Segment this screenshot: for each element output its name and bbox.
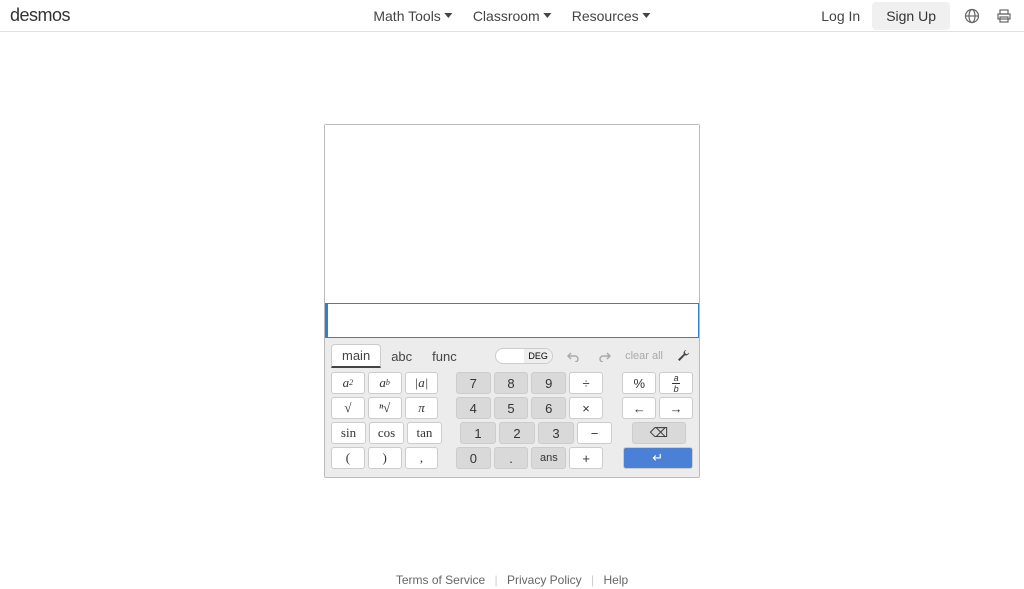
key-6[interactable]: 6 [531,397,566,419]
footer: Terms of Service | Privacy Policy | Help [0,573,1024,587]
key-square[interactable]: a2 [331,372,365,394]
tab-abc[interactable]: abc [381,346,422,367]
key-power[interactable]: ab [368,372,402,394]
calculator-container: main abc func DEG clear all [0,32,1024,478]
keyboard: main abc func DEG clear all [325,338,699,477]
key-dot[interactable]: . [494,447,529,469]
key-ans[interactable]: ans [531,447,566,469]
key-2[interactable]: 2 [499,422,535,444]
print-icon[interactable] [994,6,1014,26]
clear-all-button[interactable]: clear all [625,350,663,362]
key-lparen[interactable]: ( [331,447,365,469]
tab-func[interactable]: func [422,346,467,367]
key-sin[interactable]: sin [331,422,366,444]
key-sqrt[interactable]: √ [331,397,365,419]
key-cos[interactable]: cos [369,422,404,444]
footer-privacy[interactable]: Privacy Policy [507,573,582,587]
key-comma[interactable]: , [405,447,439,469]
mode-deg[interactable]: DEG [524,349,552,363]
nav-resources-label: Resources [572,8,639,24]
key-abs[interactable]: |a| [405,372,439,394]
key-9[interactable]: 9 [531,372,566,394]
logo[interactable]: desmos [10,5,70,26]
key-subtract[interactable]: − [577,422,612,444]
nav-math-tools[interactable]: Math Tools [373,8,452,24]
login-link[interactable]: Log In [821,8,860,24]
key-pi[interactable]: π [405,397,439,419]
redo-button[interactable] [593,347,617,365]
settings-icon[interactable] [673,347,693,365]
key-left[interactable]: ← [622,397,656,419]
header-bar: desmos Math Tools Classroom Resources Lo… [0,0,1024,32]
key-enter[interactable]: ↵ [623,447,693,469]
key-power-base: a [379,375,386,391]
nav-classroom[interactable]: Classroom [473,8,552,24]
key-tan[interactable]: tan [407,422,442,444]
nav-resources[interactable]: Resources [572,8,651,24]
header-left: desmos [10,5,70,26]
key-0[interactable]: 0 [456,447,491,469]
language-icon[interactable] [962,6,982,26]
expression-input[interactable] [325,303,699,338]
key-5[interactable]: 5 [494,397,529,419]
tabs-row: main abc func DEG clear all [331,344,693,368]
footer-sep: | [495,573,498,587]
nav-math-tools-label: Math Tools [373,8,440,24]
key-rparen[interactable]: ) [368,447,402,469]
key-nroot[interactable]: ⁿ√ [368,397,402,419]
angle-mode-toggle[interactable]: DEG [495,348,553,364]
key-7[interactable]: 7 [456,372,491,394]
main-nav: Math Tools Classroom Resources [373,8,650,24]
key-3[interactable]: 3 [538,422,574,444]
chevron-down-icon [643,13,651,18]
nav-classroom-label: Classroom [473,8,540,24]
undo-button[interactable] [561,347,585,365]
footer-terms[interactable]: Terms of Service [396,573,485,587]
fraction-icon: a b [672,374,680,393]
key-8[interactable]: 8 [494,372,529,394]
footer-help[interactable]: Help [603,573,628,587]
calculator: main abc func DEG clear all [324,124,700,478]
key-add[interactable]: + [569,447,603,469]
footer-sep: | [591,573,594,587]
key-backspace[interactable]: ⌫ [632,422,686,444]
tab-main[interactable]: main [331,344,381,368]
key-multiply[interactable]: × [569,397,603,419]
frac-den: b [674,385,679,393]
key-divide[interactable]: ÷ [569,372,603,394]
chevron-down-icon [544,13,552,18]
key-4[interactable]: 4 [456,397,491,419]
key-right[interactable]: → [659,397,693,419]
display-area [325,125,699,303]
key-fraction[interactable]: a b [659,372,693,394]
frac-num: a [674,374,679,382]
key-grid: a2 ab |a| 7 8 9 ÷ % a b [331,372,693,469]
signup-button[interactable]: Sign Up [872,2,950,30]
key-1[interactable]: 1 [460,422,496,444]
key-percent[interactable]: % [622,372,656,394]
chevron-down-icon [445,13,453,18]
header-right: Log In Sign Up [821,2,1014,30]
